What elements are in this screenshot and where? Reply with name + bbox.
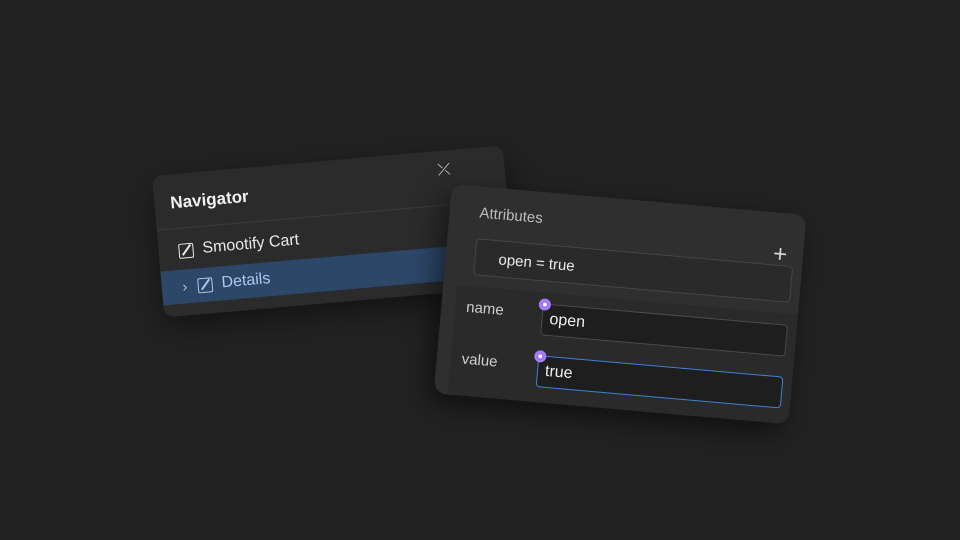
- chevron-right-icon[interactable]: ›: [177, 277, 192, 295]
- value-input[interactable]: true: [535, 355, 784, 409]
- attributes-panel: Attributes + open = true name open value…: [433, 184, 807, 425]
- name-label: name: [465, 298, 505, 319]
- navigator-item-label: Details: [220, 270, 272, 292]
- attributes-title: Attributes: [478, 204, 544, 228]
- collapse-icon[interactable]: ⤫: [437, 161, 451, 179]
- attribute-editor: name open value true: [447, 284, 798, 425]
- element-icon: [197, 276, 214, 293]
- name-input[interactable]: open: [540, 303, 789, 357]
- navigator-item-label: Smootify Cart: [201, 231, 300, 257]
- navigator-title: Navigator: [169, 186, 250, 213]
- element-icon: [177, 242, 195, 259]
- value-label: value: [461, 350, 499, 371]
